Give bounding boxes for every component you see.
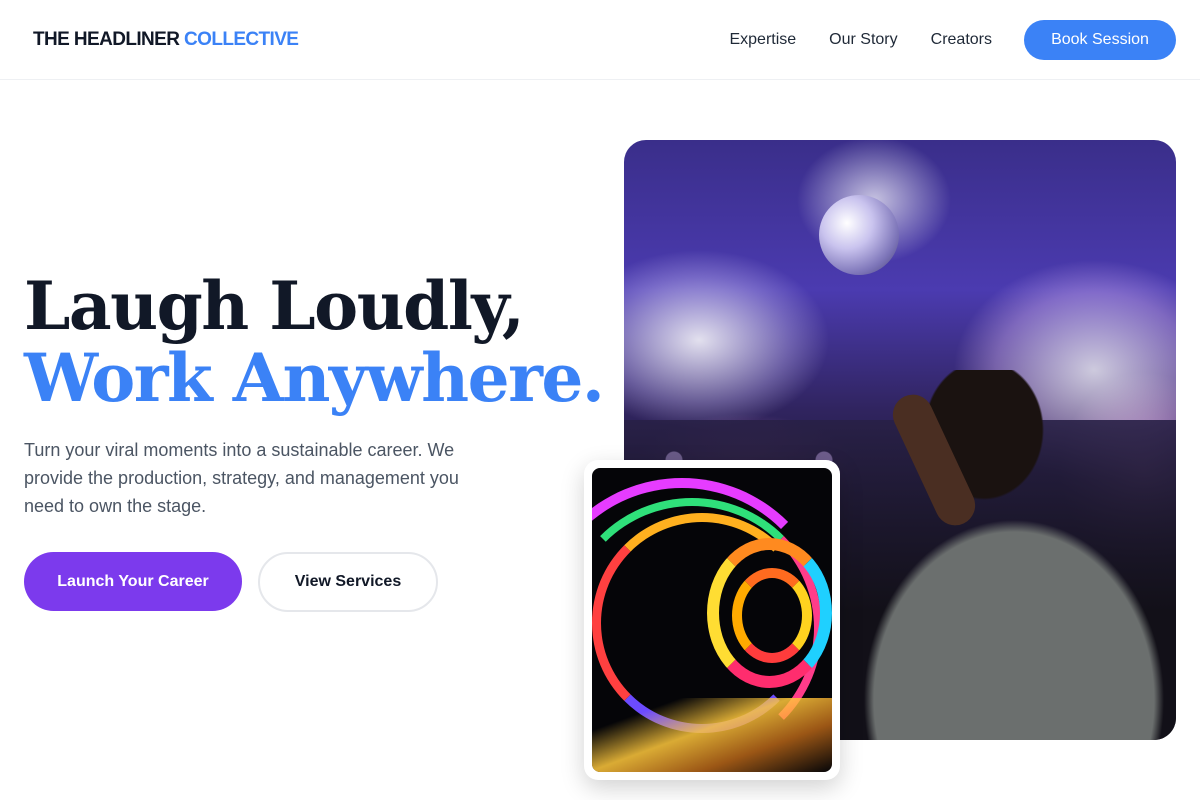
nav-link-expertise[interactable]: Expertise xyxy=(729,31,796,49)
logo[interactable]: THE HEADLINER COLLECTIVE xyxy=(33,28,299,51)
hero-title: Laugh Loudly, Work Anywhere. xyxy=(24,267,605,417)
logo-accent-text: COLLECTIVE xyxy=(184,28,299,50)
nav-link-creators[interactable]: Creators xyxy=(931,31,992,49)
site-header: THE HEADLINER COLLECTIVE Expertise Our S… xyxy=(0,0,1200,80)
hero-subtitle: Turn your viral moments into a sustainab… xyxy=(24,440,459,516)
main-nav: Expertise Our Story Creators Book Sessio… xyxy=(729,19,1176,60)
book-session-button[interactable]: Book Session xyxy=(1024,19,1176,60)
ferris-wheel-photo-card xyxy=(584,460,840,780)
disco-ball-shape xyxy=(819,195,899,275)
hero-title-line2: Work Anywhere. xyxy=(24,339,605,417)
logo-main-text: THE HEADLINER xyxy=(33,28,180,50)
launch-career-button[interactable]: Launch Your Career xyxy=(24,552,242,611)
ferris-wheel-photo xyxy=(592,468,832,772)
nav-link-our-story[interactable]: Our Story xyxy=(829,31,897,49)
performer-shape xyxy=(844,370,1176,740)
hero-title-line1: Laugh Loudly, xyxy=(24,267,525,345)
view-services-button[interactable]: View Services xyxy=(258,552,438,612)
